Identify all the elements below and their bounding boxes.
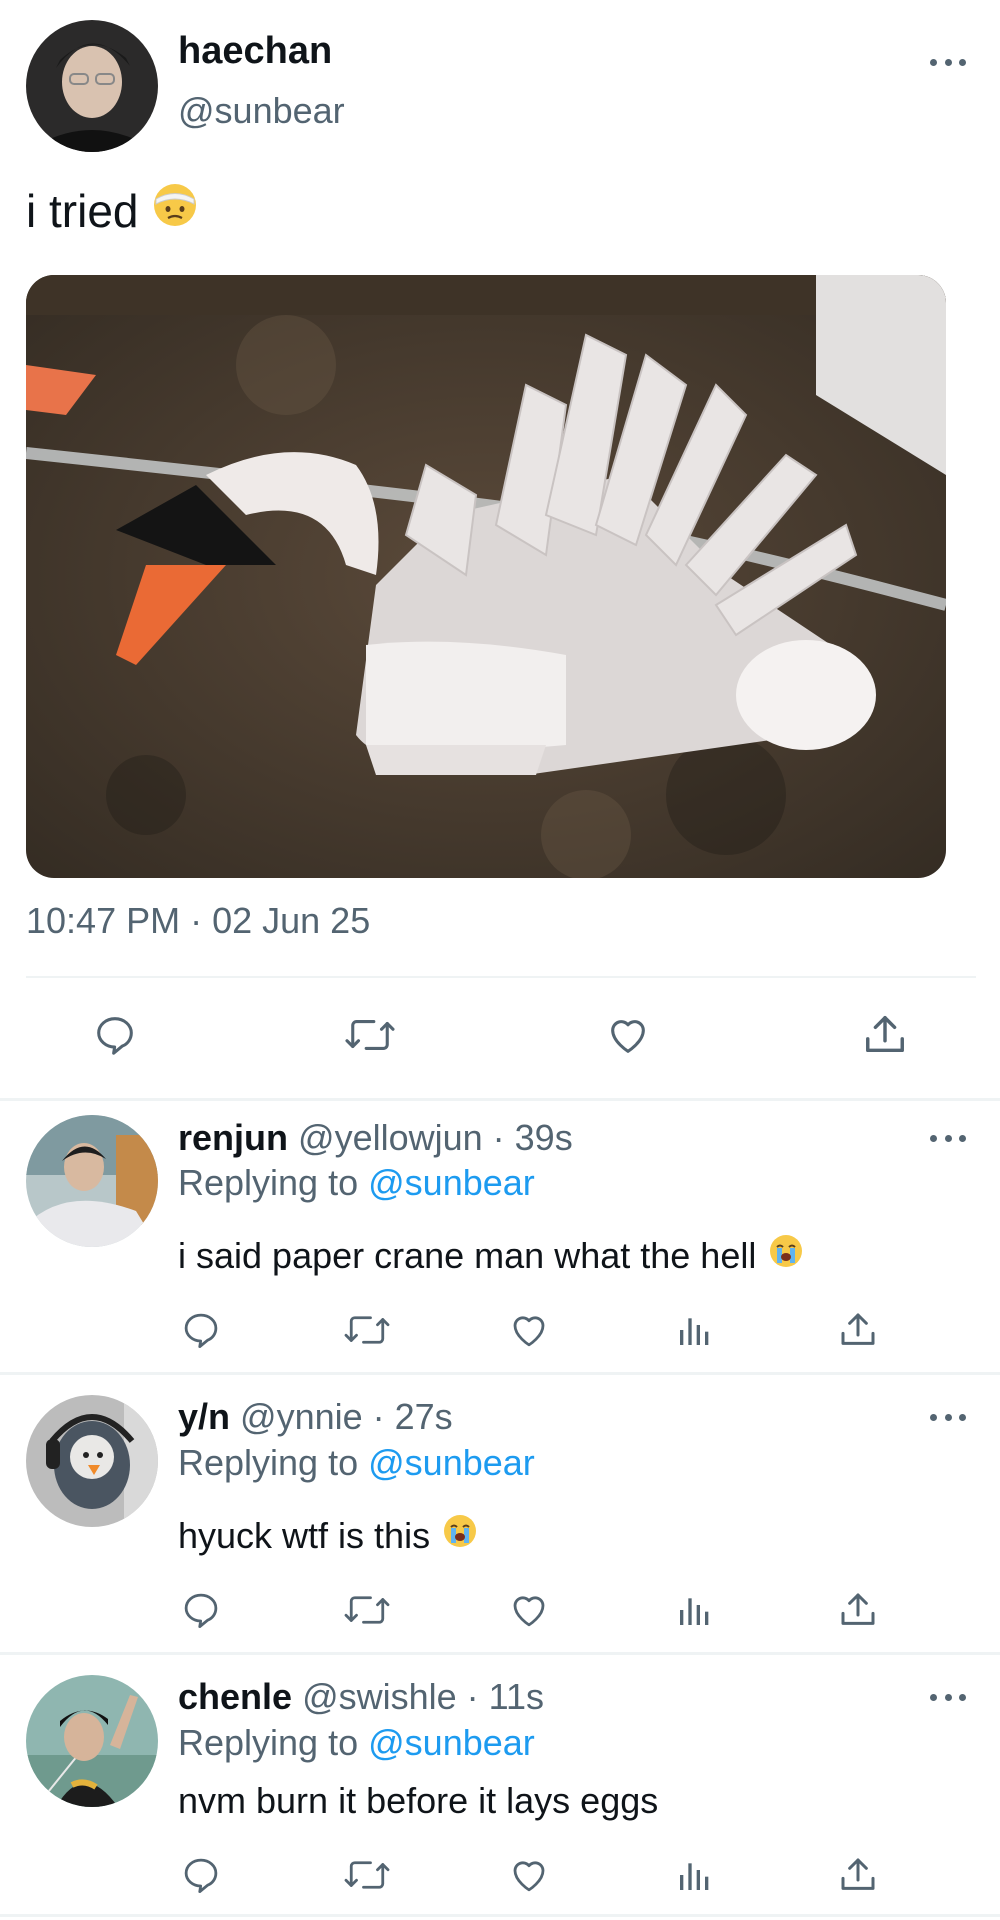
replying-to: Replying to @sunbear	[178, 1162, 535, 1204]
retweet-icon[interactable]	[340, 1588, 394, 1632]
more-options-icon[interactable]	[930, 1691, 966, 1703]
views-icon[interactable]	[672, 1588, 718, 1632]
tweet-text-content: i tried	[26, 184, 139, 237]
more-options-icon[interactable]	[930, 56, 966, 68]
reply-icon[interactable]	[178, 1308, 224, 1352]
tweet-photo[interactable]	[26, 275, 946, 878]
share-icon[interactable]	[835, 1588, 881, 1632]
avatar[interactable]	[26, 1395, 158, 1527]
avatar[interactable]	[26, 1115, 158, 1247]
replying-to-prefix: Replying to	[178, 1442, 359, 1483]
like-icon[interactable]	[506, 1588, 552, 1632]
reply-text: hyuck wtf is this	[178, 1513, 478, 1558]
share-icon[interactable]	[860, 1010, 910, 1060]
reply-text-content: i said paper crane man what the hell	[178, 1234, 757, 1276]
reply-author-meta[interactable]: @ynnie · 27s	[240, 1396, 453, 1437]
replying-to-prefix: Replying to	[178, 1162, 359, 1203]
divider	[26, 976, 976, 978]
reply-text-content: nvm burn it before it lays eggs	[178, 1780, 659, 1821]
section-divider	[0, 1652, 1000, 1655]
tweet-timestamp[interactable]: 10:47 PM · 02 Jun 25	[26, 900, 370, 942]
replying-to: Replying to @sunbear	[178, 1442, 535, 1484]
reply-author-meta[interactable]: @yellowjun · 39s	[298, 1117, 573, 1158]
reply-author-meta[interactable]: @swishle · 11s	[302, 1676, 544, 1717]
author-avatar[interactable]	[26, 20, 158, 152]
more-options-icon[interactable]	[930, 1132, 966, 1144]
more-options-icon[interactable]	[930, 1411, 966, 1423]
loudly-crying-face-emoji	[442, 1513, 478, 1558]
tweet-text: i tried	[26, 182, 198, 239]
bandaged-face-emoji	[152, 182, 198, 239]
reply-header: y/n @ynnie · 27s	[178, 1396, 453, 1438]
reply-text-content: hyuck wtf is this	[178, 1514, 431, 1556]
reply-text: i said paper crane man what the hell	[178, 1233, 804, 1278]
reply-author-name[interactable]: renjun	[178, 1117, 288, 1158]
share-icon[interactable]	[835, 1853, 881, 1897]
replying-to: Replying to @sunbear	[178, 1722, 535, 1764]
reply-header: chenle @swishle · 11s	[178, 1676, 544, 1718]
replying-to-handle[interactable]: @sunbear	[368, 1442, 535, 1483]
replying-to-handle[interactable]: @sunbear	[368, 1162, 535, 1203]
retweet-icon[interactable]	[340, 1853, 394, 1897]
replying-to-prefix: Replying to	[178, 1722, 359, 1763]
author-name[interactable]: haechan	[178, 30, 332, 73]
reply-text: nvm burn it before it lays eggs	[178, 1780, 658, 1822]
section-divider	[0, 1914, 1000, 1917]
section-divider	[0, 1098, 1000, 1101]
author-handle[interactable]: @sunbear	[178, 90, 345, 132]
reply-icon[interactable]	[178, 1853, 224, 1897]
reply-author-name[interactable]: y/n	[178, 1396, 230, 1437]
loudly-crying-face-emoji	[768, 1233, 804, 1278]
avatar[interactable]	[26, 1675, 158, 1807]
views-icon[interactable]	[672, 1308, 718, 1352]
like-icon[interactable]	[603, 1010, 653, 1060]
like-icon[interactable]	[506, 1853, 552, 1897]
retweet-icon[interactable]	[340, 1010, 400, 1060]
replying-to-handle[interactable]: @sunbear	[368, 1722, 535, 1763]
like-icon[interactable]	[506, 1308, 552, 1352]
reply-icon[interactable]	[178, 1588, 224, 1632]
retweet-icon[interactable]	[340, 1308, 394, 1352]
reply-icon[interactable]	[90, 1010, 140, 1060]
section-divider	[0, 1372, 1000, 1375]
share-icon[interactable]	[835, 1308, 881, 1352]
reply-header: renjun @yellowjun · 39s	[178, 1117, 573, 1159]
views-icon[interactable]	[672, 1853, 718, 1897]
reply-author-name[interactable]: chenle	[178, 1676, 292, 1717]
